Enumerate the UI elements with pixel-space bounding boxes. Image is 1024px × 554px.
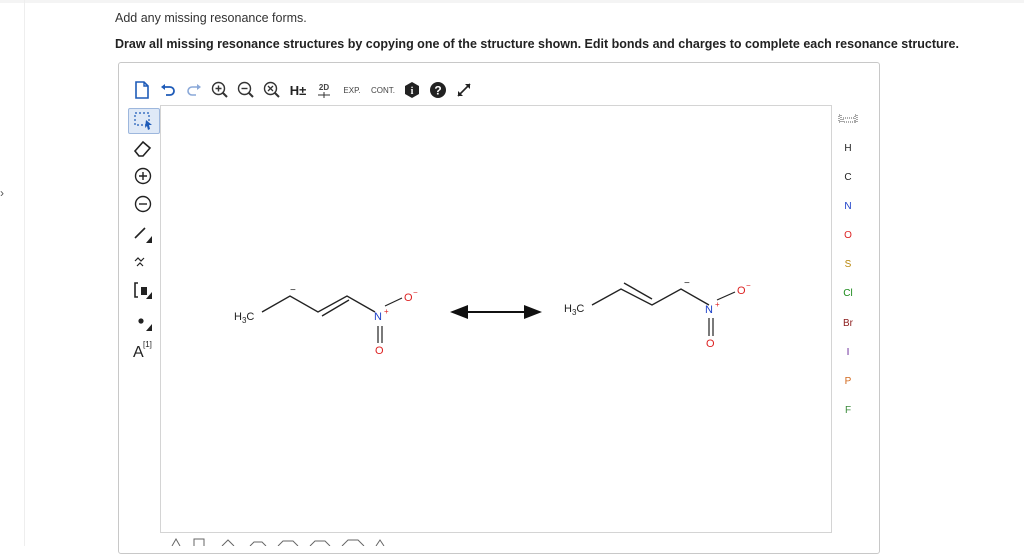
chain-template-icon[interactable] [375,539,385,546]
right-methyl-label: H3C [564,303,584,317]
element-i[interactable]: I [836,347,860,358]
benzene-ring-icon[interactable] [277,540,299,546]
left-oxygen-single-label: O [404,292,413,304]
left-oxygen-charge: − [413,288,418,297]
element-f[interactable]: F [836,405,860,416]
right-n-o-double-bond [708,318,714,336]
left-n-o-double-bond [377,326,383,343]
right-resonance-structure[interactable]: H3C − N + O − O [564,278,751,350]
hexagon-ring-icon[interactable] [249,541,267,546]
right-oxygen-single-label: O [737,285,746,297]
left-carbon-chain [261,295,376,313]
left-carbanion-charge: − [290,285,296,296]
periodic-table-icon[interactable] [836,112,860,127]
right-nitrogen-charge: + [715,300,720,309]
right-oxygen-charge: − [746,281,751,290]
left-methyl-label: H3C [234,311,254,325]
right-nitrogen-label: N [705,304,713,316]
element-o[interactable]: O [836,230,860,241]
molecule-drawing: H3C − N + O − O H3C − N + O − O [234,278,751,357]
right-oxygen-double-label: O [706,338,715,350]
left-nitrogen-label: N [374,311,382,323]
right-carbon-chain [591,288,710,306]
element-n[interactable]: N [836,201,860,212]
element-s[interactable]: S [836,259,860,270]
element-p[interactable]: P [836,376,860,387]
triangle-ring-icon[interactable] [171,537,181,546]
element-c[interactable]: C [836,172,860,183]
element-cl[interactable]: Cl [836,288,860,299]
octagon-ring-icon[interactable] [341,539,365,546]
heptagon-ring-icon[interactable] [309,540,331,546]
ring-template-toolbar [171,537,385,546]
left-oxygen-double-label: O [375,345,384,357]
square-ring-icon[interactable] [193,538,205,546]
pentagon-ring-icon[interactable] [221,539,235,546]
right-n-o-single-bond [716,291,736,301]
left-n-o-single-bond [384,297,403,307]
resonance-arrow [450,305,542,319]
element-br[interactable]: Br [836,318,860,329]
right-carbanion-charge: − [684,278,690,289]
left-resonance-structure[interactable]: H3C − N + O − O [234,285,418,357]
element-h[interactable]: H [836,143,860,154]
left-nitrogen-charge: + [384,307,389,316]
right-double-bond-line [623,282,653,300]
